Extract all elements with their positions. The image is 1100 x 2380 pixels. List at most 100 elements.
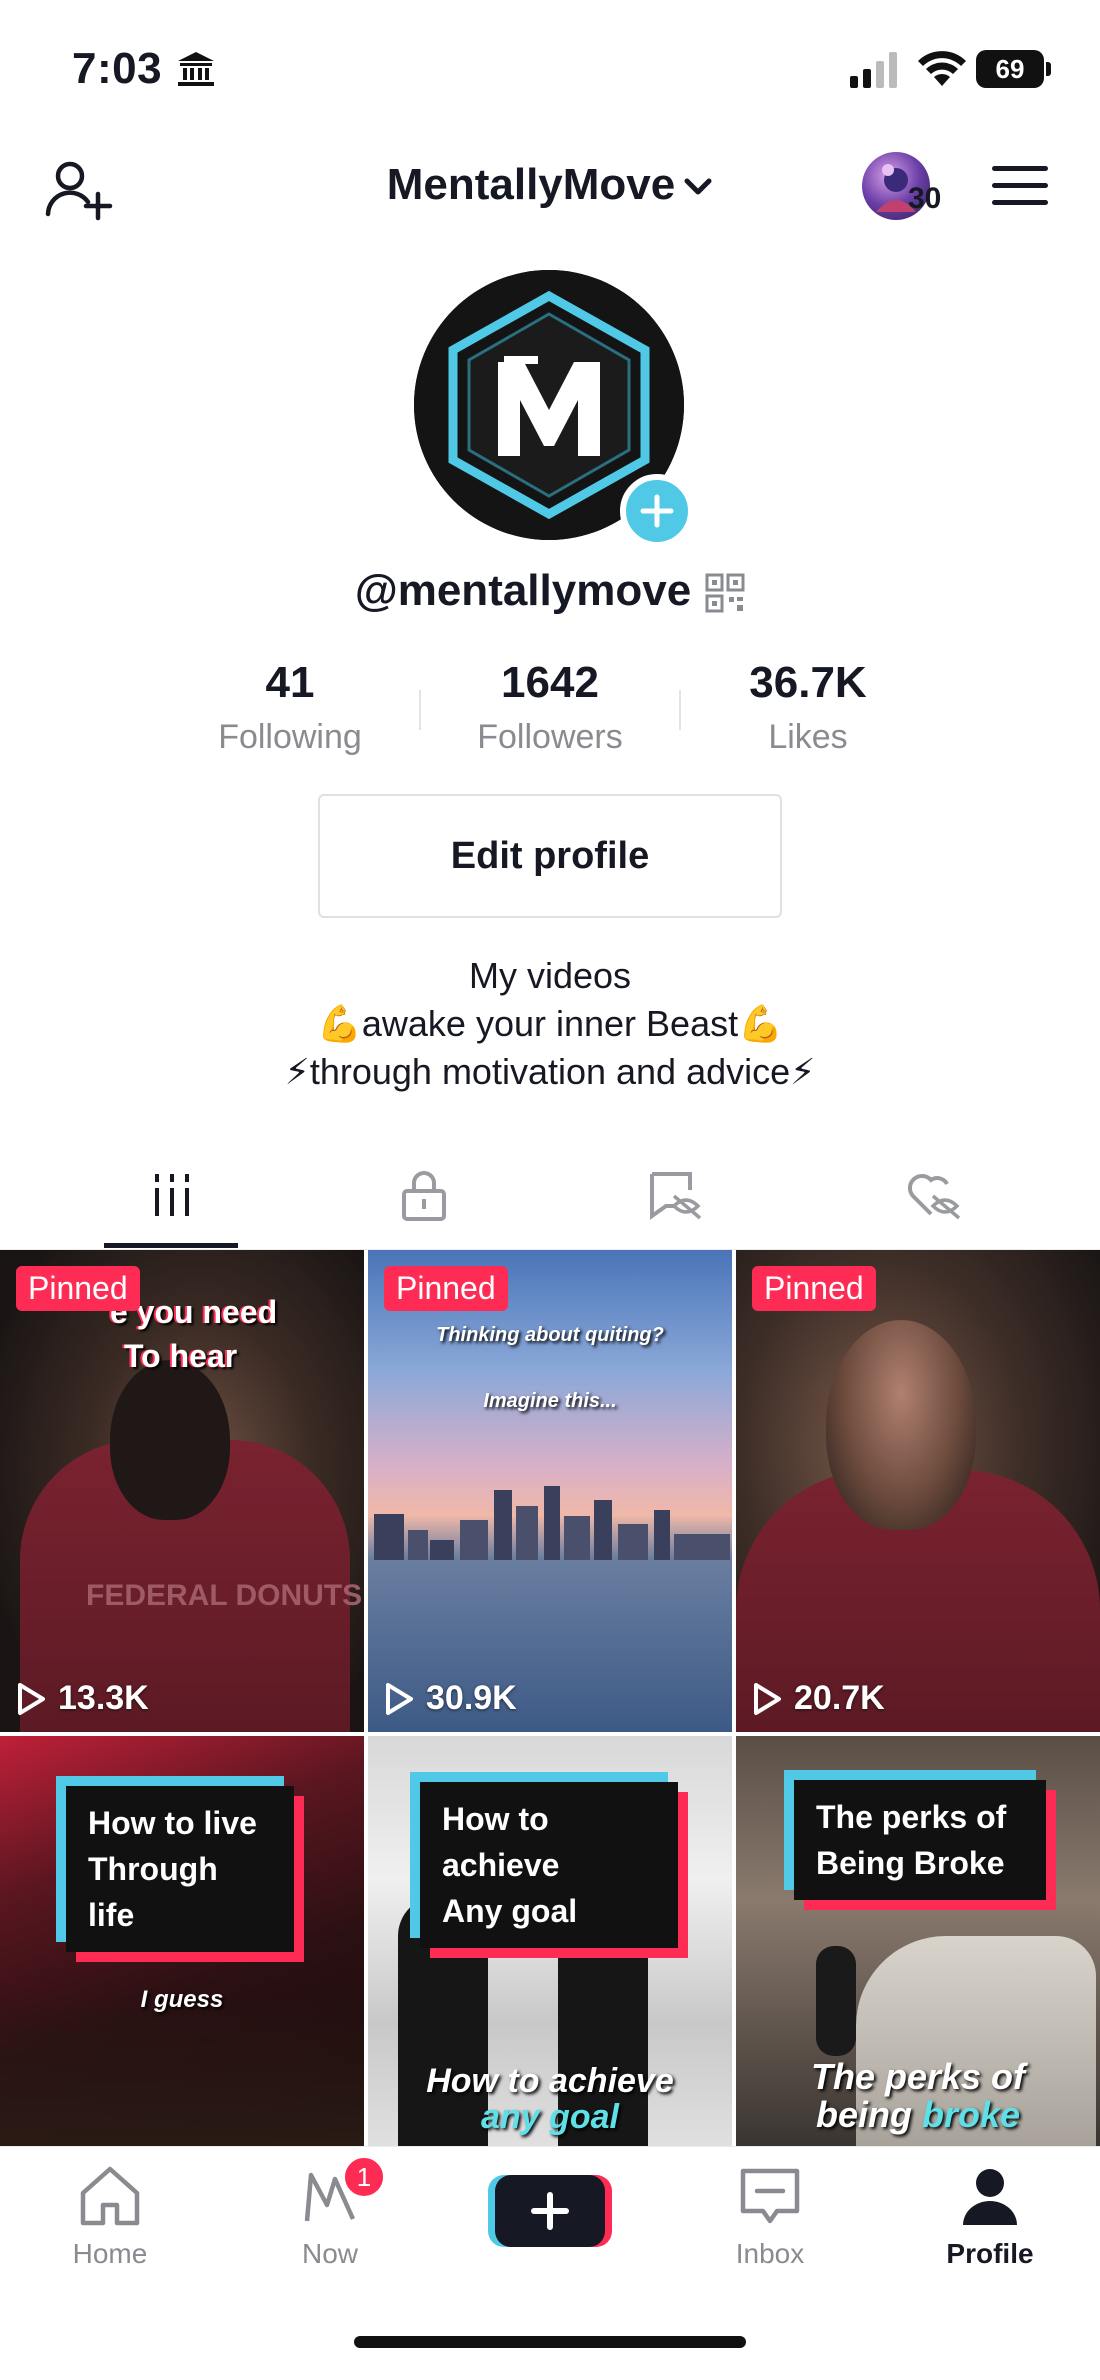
view-count: 13.3K <box>16 1679 149 1718</box>
video-overlay-text-row: being broke <box>736 2094 1100 2136</box>
video-tile[interactable]: Pinned 20.7K <box>736 1250 1100 1732</box>
grid-videos-icon <box>154 1174 189 1216</box>
stat-followers-value: 1642 <box>501 658 599 707</box>
view-count-value: 20.7K <box>794 1679 885 1717</box>
thumbnail-face <box>826 1320 976 1530</box>
notifications-count: 30 <box>908 182 942 215</box>
play-icon <box>754 1682 781 1715</box>
caption-line: How to achieve <box>442 1801 560 1883</box>
play-icon <box>18 1682 45 1715</box>
caption-line: Being Broke <box>816 1845 1005 1881</box>
caption-line: The perks of <box>816 1799 1007 1835</box>
video-caption: How to live Through life <box>66 1786 294 1952</box>
username: @mentallymove <box>354 566 692 615</box>
video-tile[interactable]: The perks of Being Broke The perks of be… <box>736 1736 1100 2146</box>
profile-stats: 41 Following 1642 Followers 36.7K Likes <box>0 658 1100 758</box>
tab-reposts[interactable] <box>536 1140 811 1250</box>
video-overlay-text: The perks of <box>810 2056 1026 2097</box>
create-plus-icon <box>488 2175 612 2247</box>
stat-divider <box>679 690 681 730</box>
stat-likes-value: 36.7K <box>749 658 867 707</box>
video-tile[interactable]: How to achieve Any goal How to achieve a… <box>368 1736 732 2146</box>
nav-home[interactable]: Home <box>30 2165 190 2270</box>
video-tile[interactable]: How to live Through life I guess <box>0 1736 364 2146</box>
bio-line: My videos <box>468 955 632 996</box>
bio-line: 💪awake your inner Beast💪 <box>317 1003 783 1044</box>
view-count-value: 13.3K <box>58 1679 149 1717</box>
nav-inbox-label: Inbox <box>735 2238 805 2269</box>
profile-bio: My videos 💪awake your inner Beast💪 ⚡thro… <box>0 952 1100 1096</box>
caption-line: How to live <box>88 1805 257 1841</box>
stat-likes-label: Likes <box>768 718 848 756</box>
content-tabs <box>0 1140 1100 1250</box>
pinned-badge: Pinned <box>384 1266 508 1311</box>
city-skyline-icon <box>374 1486 730 1560</box>
nav-profile[interactable]: Profile <box>910 2165 1070 2270</box>
caption-line: Through life <box>88 1851 218 1933</box>
video-overlay-text: Imagine this... <box>483 1390 617 1412</box>
thumbnail-face <box>110 1360 230 1520</box>
view-count-value: 30.9K <box>426 1679 517 1717</box>
account-name: MentallyMove <box>386 160 676 209</box>
view-count: 20.7K <box>752 1679 885 1718</box>
nav-inbox[interactable]: Inbox <box>690 2165 850 2270</box>
signal-icon <box>850 52 897 88</box>
plus-icon <box>640 494 674 528</box>
wifi-icon <box>918 51 966 86</box>
pinned-badge: Pinned <box>16 1266 140 1311</box>
stat-divider <box>419 690 421 730</box>
home-icon <box>80 2166 140 2226</box>
video-overlay-text: being <box>815 2094 922 2135</box>
menu-icon[interactable] <box>992 164 1048 208</box>
hidden-heart-icon <box>907 1173 960 1220</box>
nav-home-label: Home <box>72 2238 148 2269</box>
stat-followers[interactable]: 1642 Followers <box>440 658 660 757</box>
battery-level: 69 <box>995 53 1025 84</box>
tab-private[interactable] <box>286 1140 561 1250</box>
video-caption: How to achieve Any goal <box>420 1782 678 1948</box>
nav-now-label: Now <box>301 2238 358 2269</box>
stat-following[interactable]: 41 Following <box>180 658 400 757</box>
tab-active-indicator <box>104 1243 238 1248</box>
lock-icon <box>401 1171 446 1221</box>
video-tile[interactable]: FEDERAL DONUTS e you need To hear Pinned… <box>0 1250 364 1732</box>
username-row: @mentallymove <box>0 566 1100 616</box>
video-overlay-text: I guess <box>140 1986 224 2013</box>
chevron-down-icon <box>684 178 712 195</box>
video-overlay-text: To hear <box>124 1338 238 1374</box>
tab-videos[interactable] <box>34 1140 309 1250</box>
stat-following-label: Following <box>218 718 362 756</box>
video-overlay-text: How to achieve <box>426 2062 674 2100</box>
video-overlay-text: any goal <box>481 2098 619 2136</box>
thumbnail-crowd <box>0 1996 364 2146</box>
status-time: 7:03 <box>72 44 163 93</box>
stat-following-value: 41 <box>265 658 315 707</box>
profile-icon <box>963 2169 1017 2225</box>
video-overlay-text: Thinking about quiting? <box>436 1324 664 1346</box>
bio-line: ⚡through motivation and advice⚡ <box>284 1051 816 1092</box>
edit-profile-button[interactable]: Edit profile <box>318 794 782 918</box>
create-button[interactable] <box>488 2171 612 2251</box>
shirt-text: FEDERAL DONUTS <box>86 1579 363 1612</box>
video-overlay-highlight: broke <box>921 2094 1021 2135</box>
nav-profile-label: Profile <box>946 2238 1034 2269</box>
stat-followers-label: Followers <box>477 718 623 756</box>
notification-badge: 1 <box>342 2155 386 2199</box>
nav-now[interactable]: 1 Now <box>250 2155 410 2270</box>
qr-code-icon[interactable] <box>705 573 745 613</box>
stat-likes[interactable]: 36.7K Likes <box>698 658 918 757</box>
bank-icon <box>178 52 214 86</box>
battery-cap <box>1046 62 1051 76</box>
video-tile[interactable]: Thinking about quiting? Imagine this... … <box>368 1250 732 1732</box>
caption-line: Any goal <box>442 1893 578 1929</box>
thumbnail-microphone <box>816 1946 856 2056</box>
inbox-icon <box>740 2168 800 2224</box>
profile-header: MentallyMove 30 <box>0 140 1100 230</box>
hidden-post-icon <box>649 1172 701 1220</box>
pinned-badge: Pinned <box>752 1266 876 1311</box>
view-count: 30.9K <box>384 1679 517 1718</box>
play-icon <box>386 1682 413 1715</box>
add-avatar-button[interactable] <box>620 474 694 548</box>
tab-liked[interactable] <box>796 1140 1071 1250</box>
video-grid: FEDERAL DONUTS e you need To hear Pinned… <box>0 1250 1100 2146</box>
